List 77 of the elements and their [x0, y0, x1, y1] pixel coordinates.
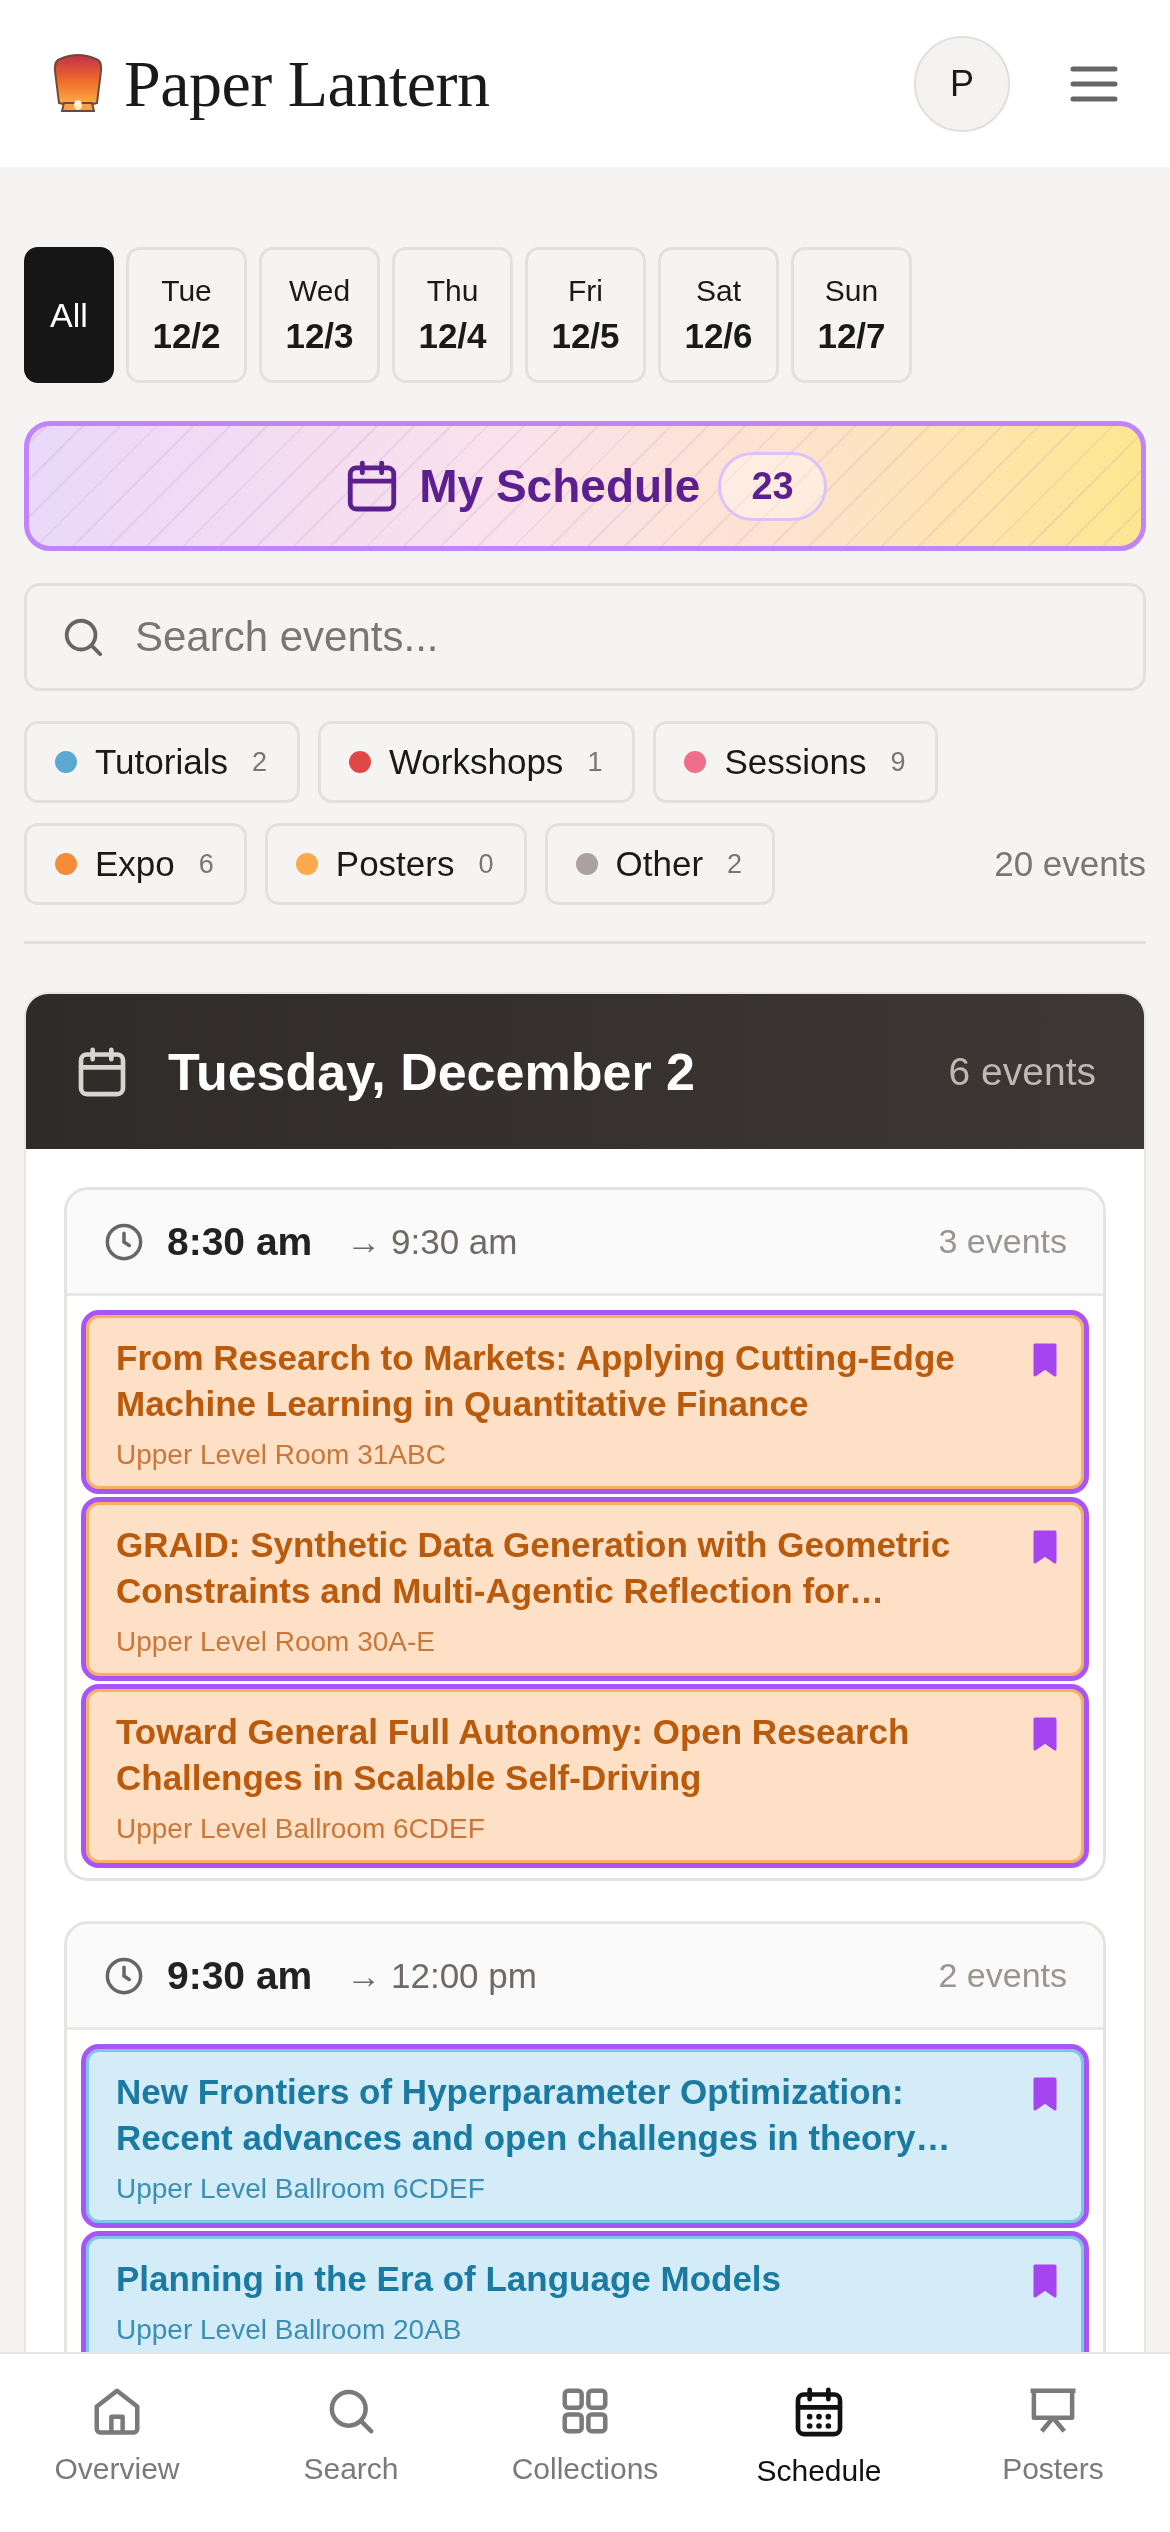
slot-start-time: 9:30 am — [167, 1953, 313, 1998]
filter-count: 1 — [587, 746, 603, 778]
day-event-count: 6 events — [948, 1049, 1096, 1094]
day-date: 12/4 — [418, 316, 487, 356]
event-card[interactable]: New Frontiers of Hyperparameter Optimization: Recent advances and open challenges in theory… Upper Level Ballroom 6CDEF — [81, 2044, 1089, 2228]
nav-tab[interactable]: Schedule — [702, 2384, 936, 2532]
day-date: 12/2 — [152, 316, 221, 356]
event-title: GRAID: Synthetic Data Generation with Geometric Constraints and Multi-Agentic Reflection for… — [116, 1524, 952, 1612]
nav-tab[interactable]: Posters — [936, 2384, 1170, 2532]
nav-tab[interactable]: Overview — [0, 2384, 234, 2532]
filter-chip[interactable]: Expo 6 — [24, 823, 247, 905]
day-weekday: Tue — [161, 274, 212, 308]
search-field[interactable]: Search events... — [24, 583, 1146, 691]
filter-count: 6 — [198, 848, 214, 880]
event-location: Upper Level Room 30A-E — [116, 1626, 437, 1658]
my-schedule-label: My Schedule — [419, 459, 701, 513]
event-total: 20 events — [994, 844, 1146, 884]
filter-chip[interactable]: Sessions 9 — [653, 721, 939, 803]
day-weekday: Wed — [288, 274, 351, 308]
event-title: New Frontiers of Hyperparameter Optimization: Recent advances and open challenges in theory… — [116, 2071, 952, 2159]
event-title: From Research to Markets: Applying Cutting-Edge Machine Learning in Quantitative Finance — [116, 1337, 956, 1425]
slot-end-time: → 9:30 am — [346, 1221, 519, 1262]
day-weekday: Fri — [568, 274, 603, 308]
day-date: 12/3 — [285, 316, 354, 356]
day-tab[interactable]: All — [24, 247, 114, 383]
filter-label: Other — [615, 844, 704, 884]
day-weekday: Sun — [824, 274, 879, 308]
filter-label: Sessions — [724, 742, 867, 782]
my-schedule-button[interactable]: My Schedule 23 — [24, 421, 1146, 551]
event-card[interactable]: Toward General Full Autonomy: Open Research Challenges in Scalable Self-Driving Upper Level Ballroom 6CDEF — [81, 1684, 1089, 1868]
filter-label: Expo — [95, 844, 175, 884]
day-weekday: Sat — [696, 274, 741, 308]
filter-label: Tutorials — [95, 742, 228, 782]
day-title: Tuesday, December 2 — [168, 1041, 696, 1102]
event-location: Upper Level Ballroom 6CDEF — [116, 1813, 486, 1845]
event-card[interactable]: Planning in the Era of Language Models Upper Level Ballroom 20AB — [81, 2231, 1089, 2352]
day-date: 12/6 — [684, 316, 753, 356]
filter-count: 0 — [478, 848, 494, 880]
filter-count: 2 — [251, 746, 267, 778]
day-weekday: Thu — [426, 274, 479, 308]
event-title: Toward General Full Autonomy: Open Research Challenges in Scalable Self-Driving — [116, 1711, 911, 1799]
brand-title: Paper Lantern — [124, 45, 491, 122]
event-title: Planning in the Era of Language Models — [116, 2258, 783, 2300]
bookmark-icon[interactable] — [1032, 2077, 1058, 2111]
filter-chip[interactable]: Workshops 1 — [317, 721, 636, 803]
bookmark-icon[interactable] — [1032, 1343, 1058, 1377]
filter-chip[interactable]: Posters 0 — [264, 823, 527, 905]
day-tab[interactable]: Sat 12/6 — [658, 247, 779, 383]
day-tab[interactable]: Tue 12/2 — [126, 247, 247, 383]
day-date: 12/7 — [817, 316, 886, 356]
filter-chip[interactable]: Tutorials 2 — [24, 721, 300, 803]
slot-event-count: 2 events — [938, 1956, 1067, 1995]
bookmark-icon[interactable] — [1032, 1717, 1058, 1751]
event-location: Upper Level Ballroom 6CDEF — [116, 2173, 486, 2205]
slot-start-time: 8:30 am — [167, 1219, 313, 1264]
day-tab[interactable]: Fri 12/5 — [525, 247, 646, 383]
filter-count: 9 — [890, 746, 906, 778]
bookmark-icon[interactable] — [1032, 1530, 1058, 1564]
bookmark-icon[interactable] — [1032, 2264, 1058, 2298]
nav-tab[interactable]: Search — [234, 2384, 468, 2532]
event-card[interactable]: GRAID: Synthetic Data Generation with Geometric Constraints and Multi-Agentic Reflection for… Upper Level Room 30A-E — [81, 1497, 1089, 1681]
slot-event-count: 3 events — [938, 1222, 1067, 1261]
event-location: Upper Level Room 31ABC — [116, 1439, 447, 1471]
day-tab[interactable]: Sun 12/7 — [791, 247, 912, 383]
event-location: Upper Level Ballroom 20AB — [116, 2314, 463, 2346]
schedule-count-badge: 23 — [718, 451, 827, 521]
day-date: 12/5 — [551, 316, 620, 356]
filter-count: 2 — [727, 848, 743, 880]
filter-label: Workshops — [388, 742, 564, 782]
filter-label: Posters — [335, 844, 455, 884]
nav-tab[interactable]: Collections — [468, 2384, 702, 2532]
event-card[interactable]: From Research to Markets: Applying Cutting-Edge Machine Learning in Quantitative Finance Upper Level Room 31ABC — [81, 1310, 1089, 1494]
filter-chip[interactable]: Other 2 — [544, 823, 776, 905]
avatar-button[interactable]: P — [914, 35, 1010, 132]
slot-end-time: → 12:00 pm — [346, 1955, 538, 1996]
day-tab[interactable]: Thu 12/4 — [392, 247, 513, 383]
day-tab[interactable]: Wed 12/3 — [259, 247, 380, 383]
